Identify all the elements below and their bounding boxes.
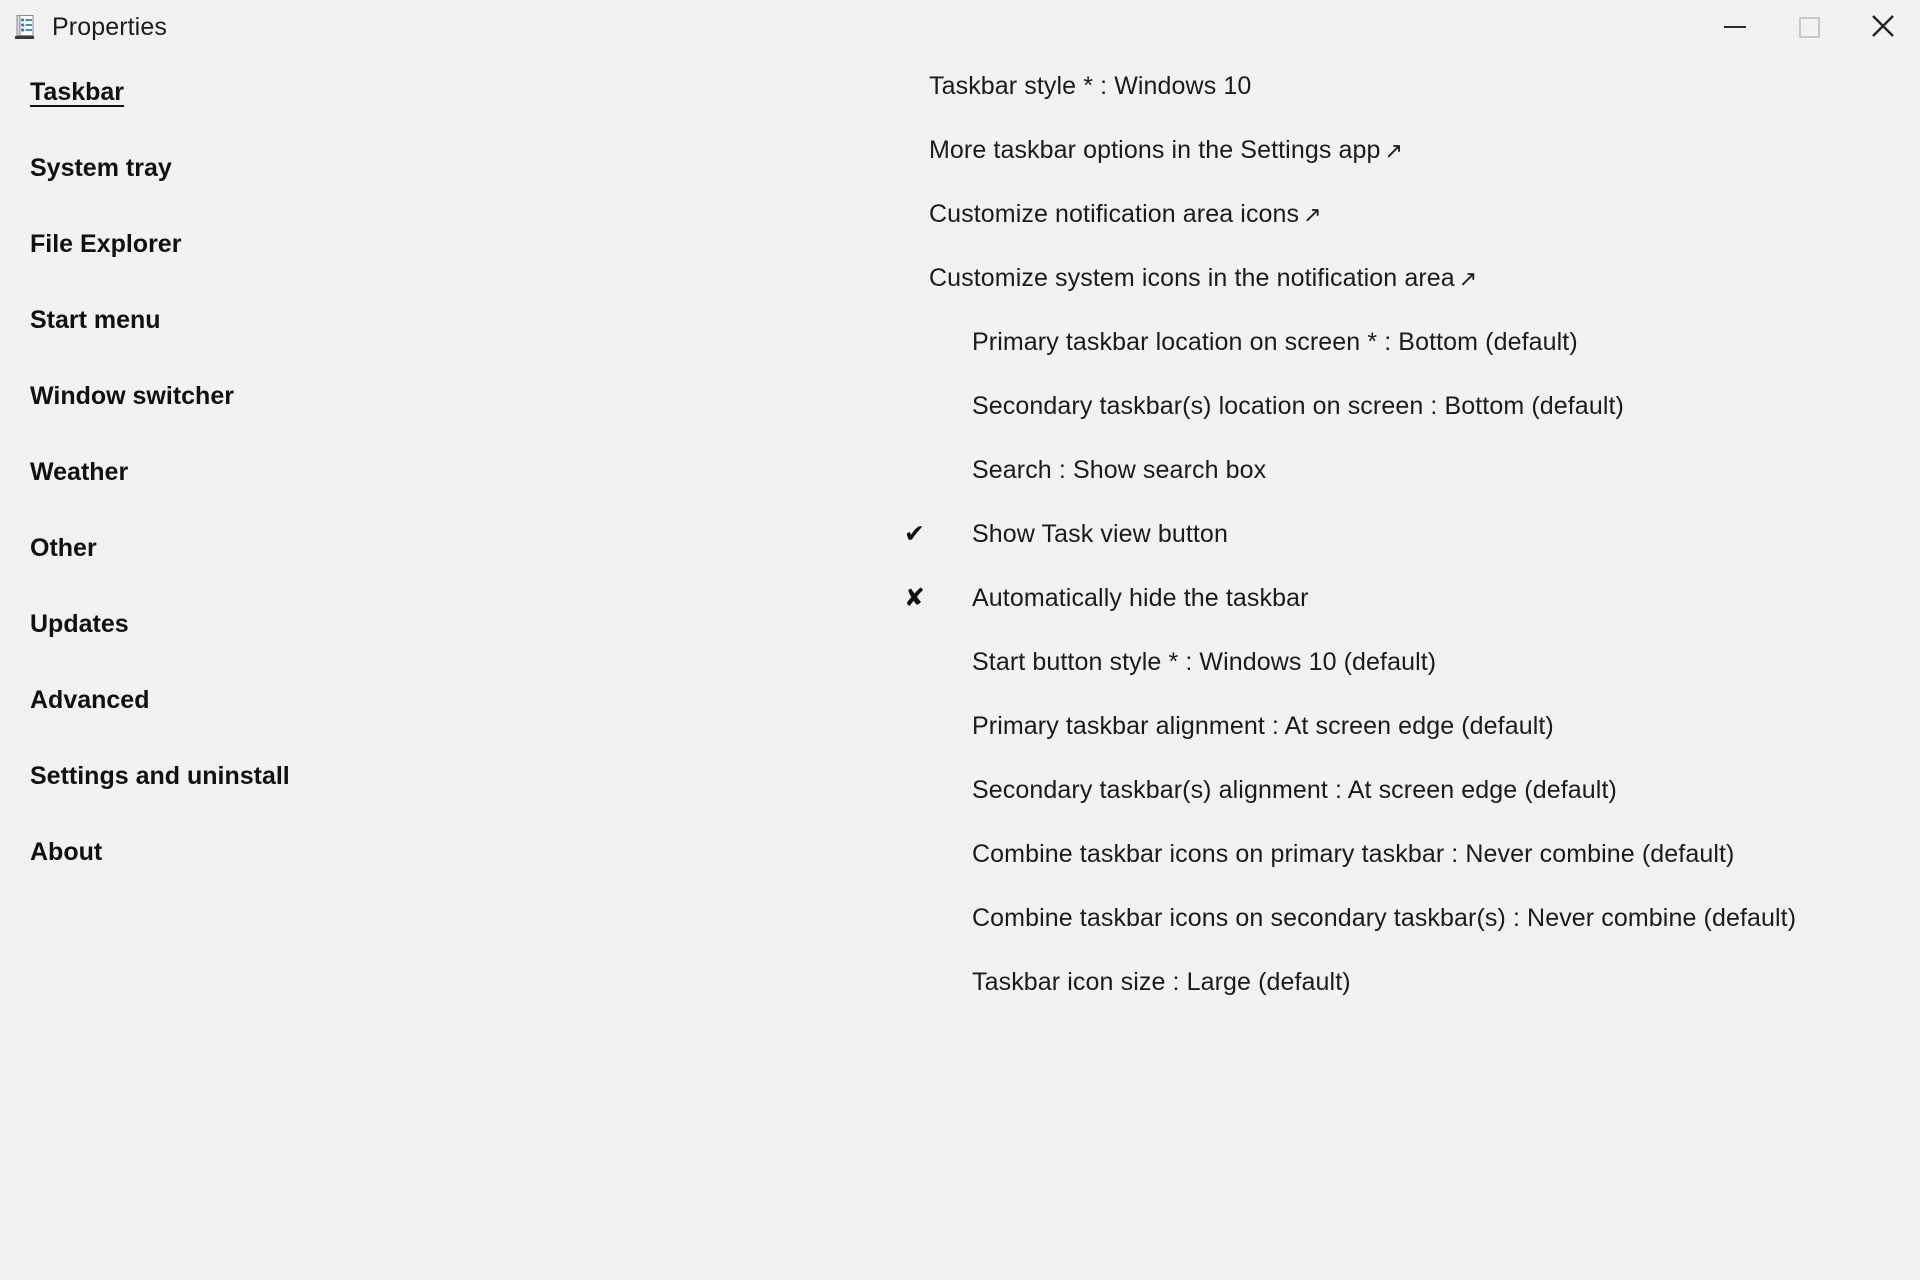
option-row[interactable]: Taskbar style * : Windows 10 xyxy=(462,74,1920,138)
option-label[interactable]: Customize system icons in the notificati… xyxy=(929,266,1455,291)
maximize-icon xyxy=(1798,16,1820,38)
sidebar-item-window-switcher[interactable]: Window switcher xyxy=(30,384,234,409)
option-row[interactable]: Secondary taskbar(s) alignment : At scre… xyxy=(462,778,1920,842)
sidebar-item-settings-and-uninstall[interactable]: Settings and uninstall xyxy=(30,764,290,789)
option-row[interactable]: Combine taskbar icons on primary taskbar… xyxy=(462,842,1920,906)
external-link-icon: ↗ xyxy=(1384,138,1403,163)
sidebar-item-taskbar[interactable]: Taskbar xyxy=(30,80,124,105)
option-label[interactable]: Primary taskbar alignment : At screen ed… xyxy=(972,714,1554,739)
option-row[interactable]: Secondary taskbar(s) location on screen … xyxy=(462,394,1920,458)
option-label[interactable]: Start button style * : Windows 10 (defau… xyxy=(972,650,1436,675)
option-label[interactable]: Combine taskbar icons on secondary taskb… xyxy=(972,906,1796,931)
window-controls xyxy=(1698,0,1920,54)
external-link-icon: ↗ xyxy=(1458,266,1478,291)
title-bar-left: Properties xyxy=(0,14,167,40)
option-label[interactable]: Search : Show search box xyxy=(972,458,1266,483)
option-label[interactable]: Combine taskbar icons on primary taskbar… xyxy=(972,842,1734,867)
close-button[interactable] xyxy=(1846,0,1920,54)
sidebar-item-system-tray[interactable]: System tray xyxy=(30,156,172,181)
properties-list-icon xyxy=(14,14,40,40)
option-row[interactable]: Primary taskbar location on screen * : B… xyxy=(462,330,1920,394)
option-label[interactable]: Show Task view button xyxy=(972,522,1228,547)
option-row[interactable]: ✔ Show Task view button xyxy=(462,522,1920,586)
window-body: Taskbar System tray File Explorer Start men… xyxy=(0,54,1920,1280)
option-row[interactable]: Customize notification area icons ↗ xyxy=(462,202,1920,266)
close-icon xyxy=(1870,13,1896,42)
option-row[interactable]: Search : Show search box xyxy=(462,458,1920,522)
minimize-button[interactable] xyxy=(1698,0,1772,54)
option-label[interactable]: Secondary taskbar(s) location on screen … xyxy=(972,394,1624,419)
option-row[interactable]: Customize system icons in the notificati… xyxy=(462,266,1920,330)
option-row[interactable]: Taskbar icon size : Large (default) xyxy=(462,970,1920,1034)
title-bar: Properties xyxy=(0,0,1920,54)
sidebar-item-other[interactable]: Other xyxy=(30,536,97,561)
sidebar-item-updates[interactable]: Updates xyxy=(30,612,129,637)
option-label[interactable]: Taskbar icon size : Large (default) xyxy=(972,970,1351,995)
option-label[interactable]: Secondary taskbar(s) alignment : At scre… xyxy=(972,778,1617,803)
option-row[interactable]: ✘ Automatically hide the taskbar xyxy=(462,586,1920,650)
sidebar-item-about[interactable]: About xyxy=(30,840,102,865)
maximize-button[interactable] xyxy=(1772,0,1846,54)
option-label[interactable]: Customize notification area icons xyxy=(929,202,1299,227)
sidebar-item-weather[interactable]: Weather xyxy=(30,460,128,485)
cross-icon: ✘ xyxy=(904,584,925,612)
check-icon: ✔ xyxy=(904,520,925,548)
option-label[interactable]: Taskbar style * : Windows 10 xyxy=(929,74,1251,99)
sidebar-item-start-menu[interactable]: Start menu xyxy=(30,308,161,333)
sidebar-nav: Taskbar System tray File Explorer Start men… xyxy=(0,54,462,916)
sidebar-item-file-explorer[interactable]: File Explorer xyxy=(30,232,181,257)
sidebar-item-advanced[interactable]: Advanced xyxy=(30,688,149,713)
minimize-icon xyxy=(1724,26,1746,28)
option-row[interactable]: More taskbar options in the Settings app… xyxy=(462,138,1920,202)
window-title: Properties xyxy=(52,12,167,41)
settings-options-list: Taskbar style * : Windows 10 More taskbar… xyxy=(462,54,1920,1034)
option-row[interactable]: Primary taskbar alignment : At screen ed… xyxy=(462,714,1920,778)
option-row[interactable]: Start button style * : Windows 10 (defau… xyxy=(462,650,1920,714)
option-label[interactable]: Primary taskbar location on screen * : B… xyxy=(972,330,1578,355)
option-label[interactable]: Automatically hide the taskbar xyxy=(972,586,1309,611)
option-label[interactable]: More taskbar options in the Settings app xyxy=(929,138,1381,163)
external-link-icon: ↗ xyxy=(1303,202,1322,227)
option-row[interactable]: Combine taskbar icons on secondary taskb… xyxy=(462,906,1920,970)
